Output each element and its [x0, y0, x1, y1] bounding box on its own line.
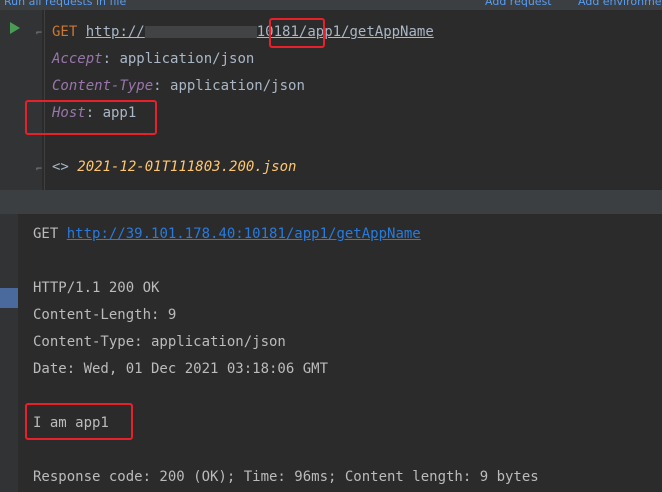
header-name: Content-Type [52, 78, 154, 94]
add-request-link[interactable]: Add request [485, 0, 552, 8]
pane-splitter[interactable] [0, 190, 662, 214]
output-request-method: GET [33, 226, 59, 242]
output-gutter [0, 214, 18, 492]
output-request-line: GET http://39.101.178.40:10181/app1/getA… [33, 225, 421, 243]
request-url-scheme[interactable]: http:// [86, 24, 145, 40]
date-header: Date: Wed, 01 Dec 2021 03:18:06 GMT [33, 361, 329, 377]
status-line: HTTP/1.1 200 OK [33, 280, 160, 296]
output-request-url[interactable]: http://39.101.178.40:10181/app1/getAppNa… [67, 226, 421, 242]
request-method: GET [52, 24, 78, 40]
response-output-pane[interactable]: GET http://39.101.178.40:10181/app1/getA… [0, 214, 662, 492]
header-value: application/json [119, 51, 255, 67]
request-line[interactable]: GET http://10181/app1/getAppName [52, 23, 434, 41]
response-file-link[interactable]: 2021-12-01T111803.200.json [77, 159, 296, 175]
host-highlight-box [25, 100, 157, 135]
run-request-icon[interactable] [10, 22, 20, 34]
http-client-toolbar: Run all requests in file Add request Add… [0, 0, 662, 10]
run-all-requests-link[interactable]: Run all requests in file [4, 0, 126, 8]
header-name: Accept [52, 51, 103, 67]
content-type-header: Content-Type: application/json [33, 334, 286, 350]
content-length-header: Content-Length: 9 [33, 307, 177, 323]
http-request-editor[interactable]: ⌐ ⌐ GET http://10181/app1/getAppName Acc… [0, 10, 662, 190]
port-highlight-box [269, 18, 325, 48]
redacted-host [144, 26, 257, 38]
response-summary: Response code: 200 (OK); Time: 96ms; Con… [33, 469, 539, 485]
add-environment-link[interactable]: Add environme [578, 0, 662, 8]
header-accept[interactable]: Accept: application/json [52, 50, 254, 68]
output-selection-marker [0, 288, 18, 308]
fold-marker-icon[interactable]: ⌐ [36, 28, 42, 39]
body-highlight-box [25, 403, 133, 440]
response-ref-icon: <> [52, 159, 69, 175]
header-value: application/json [170, 78, 305, 94]
response-file-reference[interactable]: <> 2021-12-01T111803.200.json [52, 158, 296, 176]
header-content-type[interactable]: Content-Type: application/json [52, 77, 305, 95]
fold-marker-icon[interactable]: ⌐ [36, 164, 42, 175]
